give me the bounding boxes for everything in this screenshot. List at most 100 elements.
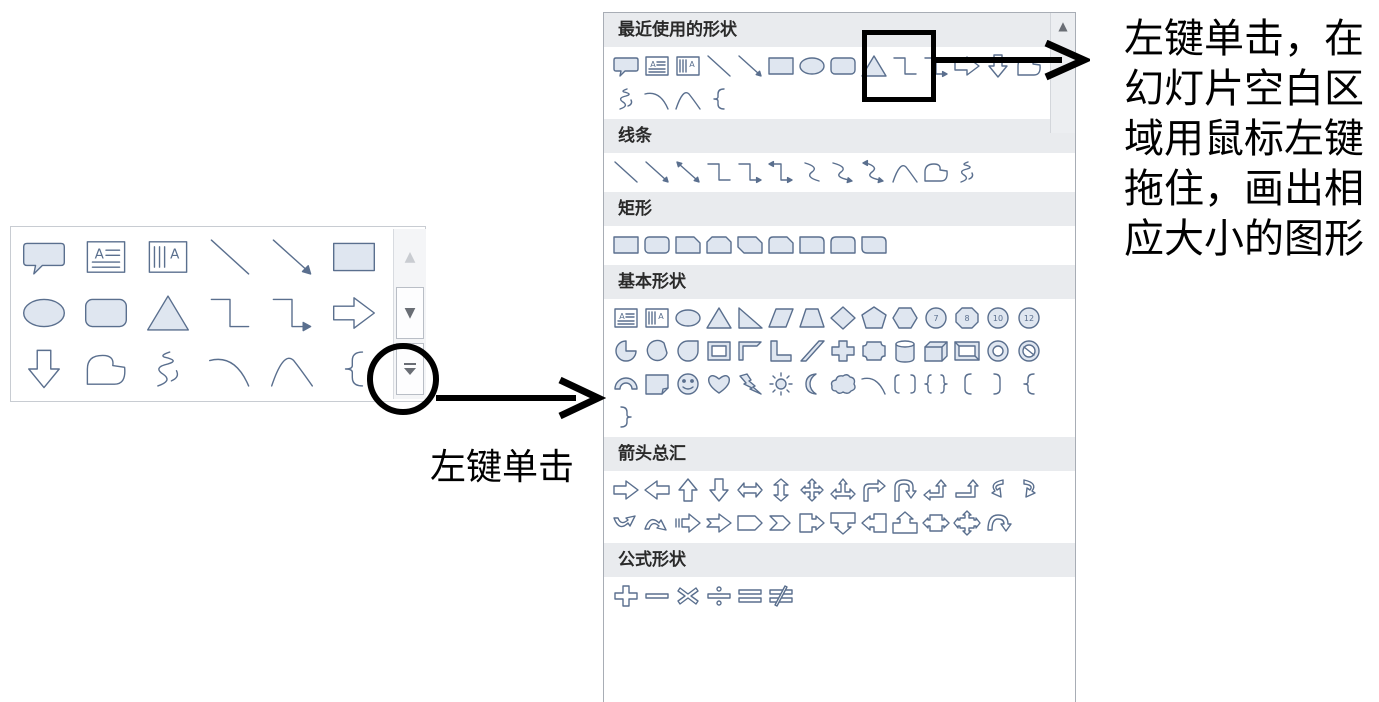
elbow-double-arrow-icon[interactable] <box>765 155 796 188</box>
plaque-icon[interactable] <box>858 334 889 367</box>
elbow-connector-icon[interactable] <box>199 285 261 341</box>
heart-icon[interactable] <box>703 367 734 400</box>
cube-icon[interactable] <box>920 334 951 367</box>
freeform-icon[interactable] <box>75 341 137 397</box>
round-same-side-rectangle-icon[interactable] <box>827 228 858 261</box>
chord-icon[interactable] <box>641 334 672 367</box>
curved-up-arrow-icon[interactable] <box>610 506 641 539</box>
curved-arrow-connector-icon[interactable] <box>827 155 858 188</box>
text-box-icon[interactable]: A <box>610 301 641 334</box>
trapezoid-icon[interactable] <box>796 301 827 334</box>
snip-diagonal-rectangle-icon[interactable] <box>734 228 765 261</box>
moon-icon[interactable] <box>796 367 827 400</box>
rounded-rectangle-icon[interactable] <box>641 228 672 261</box>
u-turn-arrow-icon[interactable] <box>889 473 920 506</box>
parallelogram-icon[interactable] <box>765 301 796 334</box>
triangle-icon[interactable] <box>137 285 199 341</box>
line-icon[interactable] <box>199 229 261 285</box>
callout-icon[interactable] <box>13 229 75 285</box>
bent-arrow-icon[interactable] <box>858 473 889 506</box>
scribble-icon[interactable] <box>610 82 641 115</box>
round-diagonal-rectangle-icon[interactable] <box>858 228 889 261</box>
multiply-icon[interactable] <box>672 579 703 612</box>
up-arrow-callout-icon[interactable] <box>889 506 920 539</box>
callout-icon[interactable] <box>610 49 641 82</box>
pentagon-arrow-icon[interactable] <box>734 506 765 539</box>
text-box-icon[interactable]: A <box>75 229 137 285</box>
rectangle-icon[interactable] <box>765 49 796 82</box>
octagon-icon[interactable]: 8 <box>951 301 982 334</box>
line-icon[interactable] <box>610 155 641 188</box>
up-arrow-icon[interactable] <box>672 473 703 506</box>
curved-connector-icon[interactable] <box>796 155 827 188</box>
arc-icon[interactable] <box>641 82 672 115</box>
left-brace-icon[interactable] <box>1013 367 1044 400</box>
vertical-text-box-icon[interactable]: A <box>137 229 199 285</box>
equal-icon[interactable] <box>734 579 765 612</box>
text-box-icon[interactable]: A <box>641 49 672 82</box>
not-equal-icon[interactable] <box>765 579 796 612</box>
freeform-icon[interactable] <box>920 155 951 188</box>
circular-arrow-icon[interactable] <box>982 506 1013 539</box>
scribble-icon[interactable] <box>951 155 982 188</box>
double-bracket-icon[interactable] <box>889 367 920 400</box>
smiley-face-icon[interactable] <box>672 367 703 400</box>
diamond-icon[interactable] <box>827 301 858 334</box>
arrow-line-icon[interactable] <box>734 49 765 82</box>
rounded-rectangle-icon[interactable] <box>827 49 858 82</box>
dodecagon-icon[interactable]: 12 <box>1013 301 1044 334</box>
elbow-arrow-connector-icon[interactable] <box>734 155 765 188</box>
arc-icon[interactable] <box>858 367 889 400</box>
can-icon[interactable] <box>889 334 920 367</box>
right-bracket-icon[interactable] <box>982 367 1013 400</box>
left-right-up-arrow-icon[interactable] <box>827 473 858 506</box>
right-arrow-icon[interactable] <box>323 285 385 341</box>
notched-right-arrow-icon[interactable] <box>703 506 734 539</box>
right-arrow-icon[interactable] <box>610 473 641 506</box>
bent-up-arrow-icon[interactable] <box>951 473 982 506</box>
left-arrow-icon[interactable] <box>641 473 672 506</box>
curved-double-arrow-icon[interactable] <box>858 155 889 188</box>
plus-icon[interactable] <box>610 579 641 612</box>
arrow-line-icon[interactable] <box>261 229 323 285</box>
snip-corner-rectangle-icon[interactable] <box>672 228 703 261</box>
division-icon[interactable] <box>703 579 734 612</box>
frame-icon[interactable] <box>703 334 734 367</box>
pie-icon[interactable] <box>610 334 641 367</box>
up-down-arrow-icon[interactable] <box>765 473 796 506</box>
line-icon[interactable] <box>703 49 734 82</box>
left-right-arrow-icon[interactable] <box>734 473 765 506</box>
arrow-line-icon[interactable] <box>641 155 672 188</box>
right-triangle-icon[interactable] <box>734 301 765 334</box>
curved-down-arrow-icon[interactable] <box>641 506 672 539</box>
snip-round-rectangle-icon[interactable] <box>765 228 796 261</box>
curve-icon[interactable] <box>672 82 703 115</box>
down-arrow-icon[interactable] <box>13 341 75 397</box>
minus-icon[interactable] <box>641 579 672 612</box>
curve-icon[interactable] <box>889 155 920 188</box>
bevel-icon[interactable] <box>951 334 982 367</box>
oval-icon[interactable] <box>672 301 703 334</box>
hexagon-icon[interactable] <box>889 301 920 334</box>
curved-right-arrow-icon[interactable] <box>982 473 1013 506</box>
double-arrow-line-icon[interactable] <box>672 155 703 188</box>
cross-icon[interactable] <box>827 334 858 367</box>
left-bracket-icon[interactable] <box>951 367 982 400</box>
arc-icon[interactable] <box>199 341 261 397</box>
lightning-bolt-icon[interactable] <box>734 367 765 400</box>
round-corner-rectangle-icon[interactable] <box>796 228 827 261</box>
diagonal-stripe-icon[interactable] <box>796 334 827 367</box>
left-arrow-callout-icon[interactable] <box>858 506 889 539</box>
oval-icon[interactable] <box>796 49 827 82</box>
right-brace-icon[interactable] <box>610 400 641 433</box>
striped-right-arrow-icon[interactable] <box>672 506 703 539</box>
rectangle-icon[interactable] <box>610 228 641 261</box>
snip-same-side-rectangle-icon[interactable] <box>703 228 734 261</box>
scribble-icon[interactable] <box>137 341 199 397</box>
donut-icon[interactable] <box>982 334 1013 367</box>
curve-icon[interactable] <box>261 341 323 397</box>
chevron-up-icon[interactable]: ▲ <box>396 231 424 283</box>
l-shape-icon[interactable] <box>765 334 796 367</box>
rounded-rectangle-icon[interactable] <box>75 285 137 341</box>
vertical-text-box-icon[interactable]: A <box>641 301 672 334</box>
